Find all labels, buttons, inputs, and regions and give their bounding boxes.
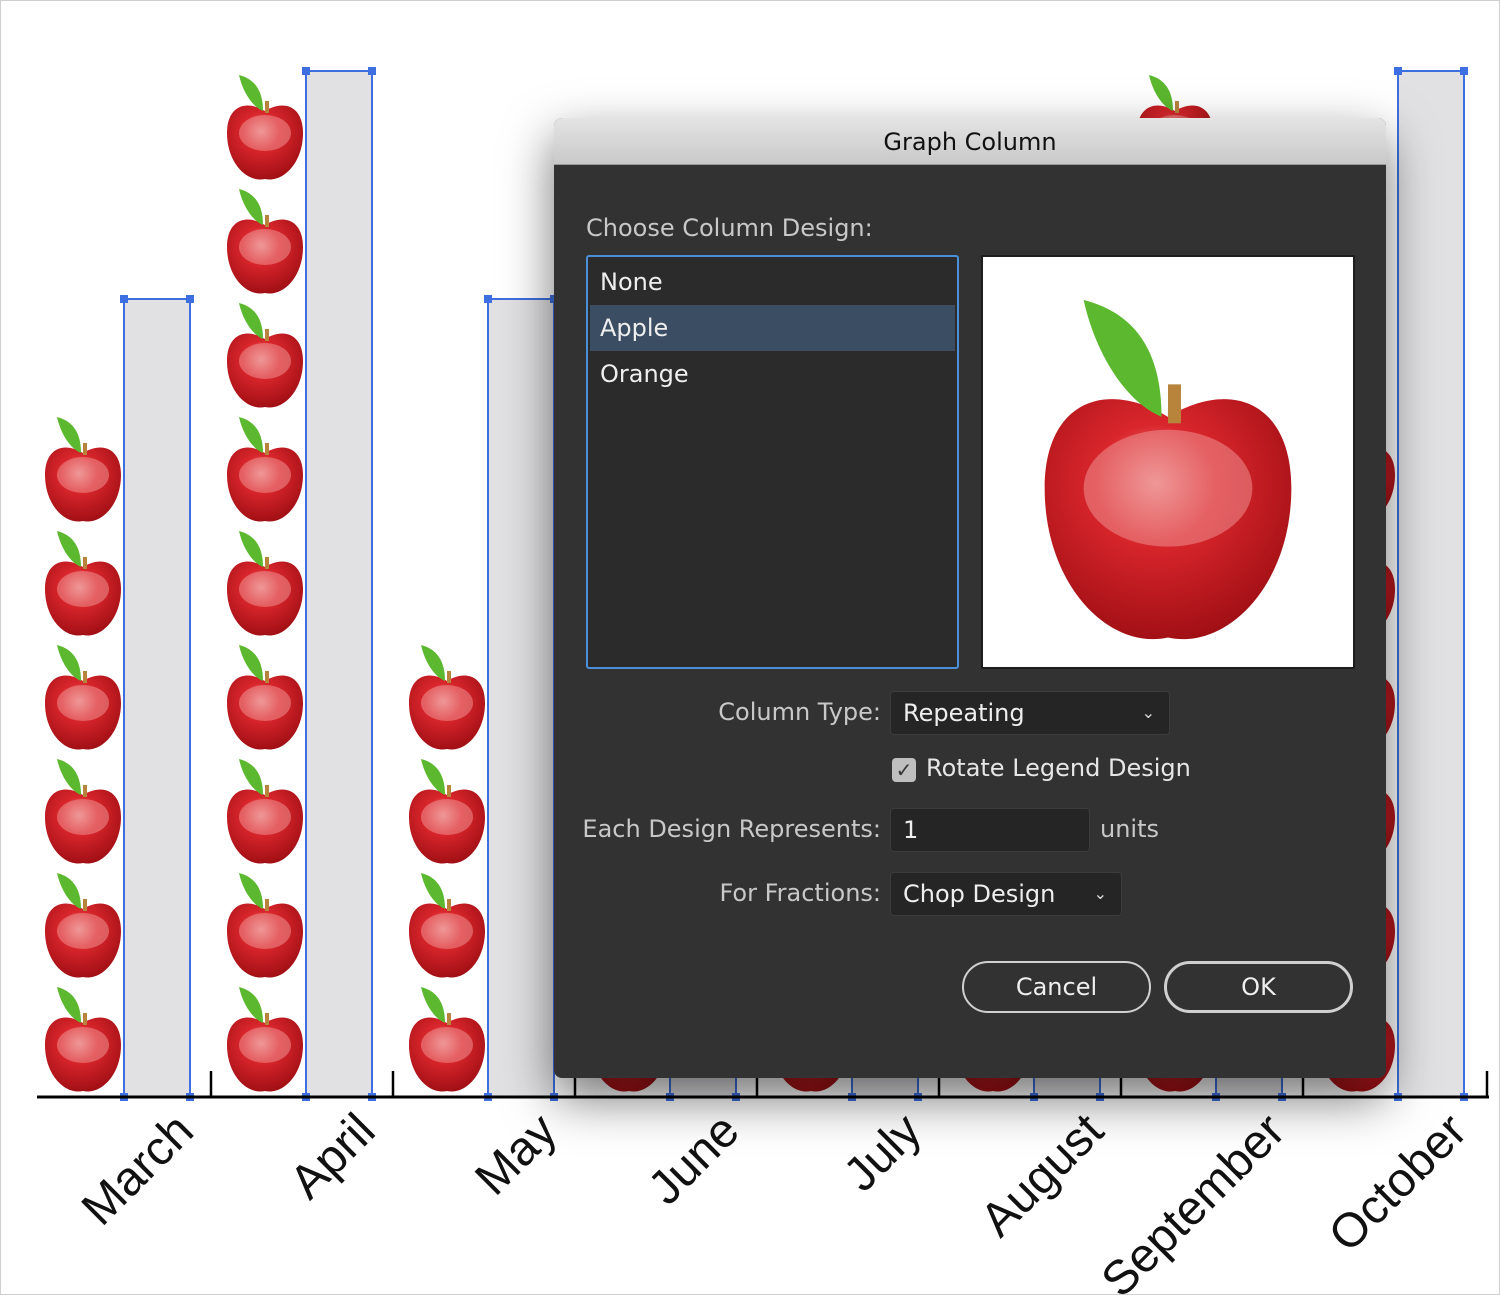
design-item-apple[interactable]: Apple [590,305,955,351]
apple-mark [45,987,121,1092]
each-design-input[interactable]: 1 [890,808,1090,852]
design-item-none[interactable]: None [590,259,955,305]
apple-mark [409,873,485,978]
apple-mark [45,645,121,750]
cancel-button[interactable]: Cancel [962,961,1151,1013]
apple-mark [45,531,121,636]
selection-handle [1394,67,1402,75]
units-label: units [1100,815,1160,843]
fractions-label: For Fractions: [719,879,881,907]
selection-handle [120,295,128,303]
bar-mark [123,298,191,1098]
bar-mark [487,298,555,1098]
apple-mark [45,759,121,864]
selection-handle [484,295,492,303]
apple-mark [227,987,303,1092]
apple-mark [227,303,303,408]
selection-handle [1460,67,1468,75]
apple-mark [409,987,485,1092]
column-type-value: Repeating [903,699,1025,727]
design-list[interactable]: None Apple Orange [586,255,959,669]
rotate-legend-label: Rotate Legend Design [926,754,1191,782]
apple-mark [227,189,303,294]
design-preview [981,255,1355,669]
apple-mark [409,759,485,864]
rotate-legend-checkbox[interactable]: ✓ [892,758,916,782]
fractions-value: Chop Design [903,880,1056,908]
apple-mark [227,75,303,180]
choose-design-label: Choose Column Design: [586,214,873,242]
graph-column-dialog: Graph Column Choose Column Design: None … [554,118,1386,1078]
apple-preview-icon [1044,299,1292,640]
fractions-select[interactable]: Chop Design ⌄ [890,872,1122,916]
apple-mark [45,873,121,978]
selection-handle [186,295,194,303]
apple-mark [227,873,303,978]
selection-handle [302,67,310,75]
column-type-label: Column Type: [718,698,881,726]
bar-mark [305,70,373,1098]
selection-handle [368,67,376,75]
apple-mark [227,759,303,864]
apple-mark [227,531,303,636]
apple-mark [227,645,303,750]
dialog-title: Graph Column [554,118,1386,165]
ok-button[interactable]: OK [1164,961,1353,1013]
apple-mark [227,417,303,522]
chevron-down-icon: ⌄ [1141,703,1155,722]
apple-mark [409,645,485,750]
apple-mark [45,417,121,522]
each-design-label: Each Design Represents: [582,815,881,843]
bar-mark [1397,70,1465,1098]
chevron-down-icon: ⌄ [1093,884,1107,903]
design-item-orange[interactable]: Orange [590,351,955,397]
column-type-select[interactable]: Repeating ⌄ [890,691,1170,735]
